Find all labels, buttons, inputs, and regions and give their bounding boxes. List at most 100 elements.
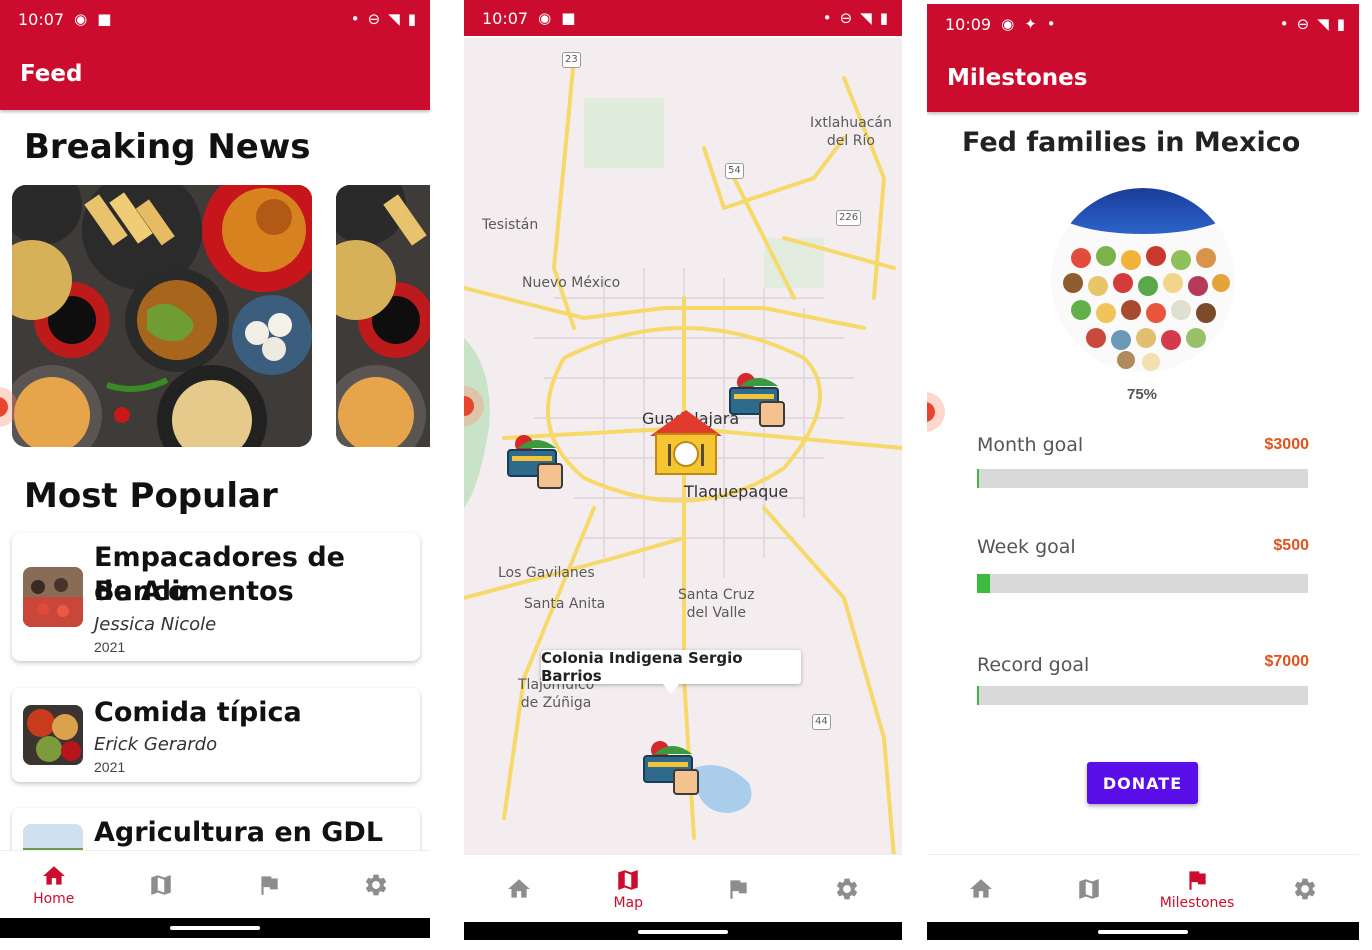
goal-progress-fill	[977, 469, 979, 488]
home-icon	[970, 879, 992, 898]
nav-settings[interactable]	[323, 851, 431, 919]
breaking-news-title: Breaking News	[24, 127, 311, 167]
item-thumbnail	[23, 705, 83, 765]
status-bar: 10:09 ◉ ✦ • • ⊖ ◥ ▮	[927, 4, 1359, 44]
item-year: 2021	[94, 639, 126, 655]
news-card-image[interactable]	[336, 185, 430, 447]
highway-shield: 44	[812, 714, 831, 730]
food-basket-marker[interactable]	[504, 432, 568, 497]
bottom-nav: Home	[0, 850, 430, 919]
dot-icon: •	[350, 10, 360, 28]
page-title: Milestones	[947, 65, 1088, 91]
status-icons: • ⊖ ◥ ▮	[351, 10, 416, 28]
item-thumbnail	[23, 567, 83, 627]
dnd-icon: ⊖	[1296, 15, 1310, 33]
basket-icon	[729, 373, 785, 427]
home-pill[interactable]	[170, 926, 260, 930]
highway-shield: 54	[725, 163, 744, 179]
dot-icon: •	[1279, 15, 1289, 33]
system-nav-bar	[0, 918, 430, 938]
phone-feed: 10:07 ◉ ■ • ⊖ ◥ ▮ Feed Breaking News Mos…	[0, 0, 430, 938]
food-basket-marker[interactable]	[726, 370, 790, 435]
goal-label: Record goal	[977, 654, 1090, 676]
nav-map[interactable]: Map	[574, 855, 684, 923]
basket-icon	[643, 741, 699, 795]
section-title: Fed families in Mexico	[962, 127, 1301, 158]
goal-amount: $500	[1273, 537, 1309, 554]
dot-icon: •	[1046, 15, 1056, 33]
battery-icon: ▮	[1336, 15, 1345, 33]
goal-progress-bar	[977, 574, 1308, 593]
place-label-line: del Río	[826, 133, 875, 149]
news-card-image[interactable]	[12, 185, 312, 447]
goal-progress-bar	[977, 469, 1308, 488]
nav-map[interactable]	[1035, 855, 1143, 923]
nav-home[interactable]	[927, 855, 1035, 923]
status-bar: 10:07 ◉ ■ • ⊖ ◥ ▮	[464, 0, 902, 36]
restaurant-icon	[650, 410, 722, 475]
status-icons: • ⊖ ◥ ▮	[823, 9, 888, 27]
item-title: Agricultura en GDL	[94, 817, 384, 848]
home-pill[interactable]	[1098, 930, 1188, 934]
nav-milestones[interactable]: Milestones	[1143, 855, 1251, 923]
nav-settings[interactable]	[1251, 855, 1359, 923]
place-label-line: Ixtlahuacán	[810, 115, 892, 131]
flag-icon	[1189, 871, 1206, 890]
status-time: 10:07	[482, 8, 529, 28]
food-photo	[336, 185, 430, 447]
system-nav-bar	[927, 922, 1359, 940]
home-pill[interactable]	[638, 930, 728, 934]
flag-icon	[261, 876, 278, 895]
dnd-icon: ⊖	[367, 10, 381, 28]
nav-home[interactable]: Home	[0, 851, 108, 919]
place-label-line: del Valle	[686, 605, 746, 621]
donate-button[interactable]: DONATE	[1087, 762, 1198, 804]
nav-map[interactable]	[108, 851, 216, 919]
phone-milestones: 10:09 ◉ ✦ • • ⊖ ◥ ▮ Milestones Fed families…	[927, 4, 1359, 940]
wifi-icon: ◥	[388, 10, 400, 28]
status-bar: 10:07 ◉ ■ • ⊖ ◥ ▮	[0, 0, 430, 38]
item-title: Comida típica	[94, 697, 302, 728]
video-icon: ■	[97, 10, 112, 28]
place-label: Nuevo México	[522, 275, 621, 291]
goal-label: Month goal	[977, 434, 1084, 456]
nav-home-label: Home	[33, 891, 75, 907]
progress-circle	[1051, 188, 1235, 372]
status-time: 10:09	[945, 14, 992, 34]
home-icon	[507, 879, 530, 898]
page-title: Feed	[20, 61, 83, 87]
nav-home[interactable]	[464, 855, 574, 923]
app-bar: Milestones	[927, 44, 1359, 112]
map-icon	[618, 870, 638, 890]
goal-progress-fill	[977, 574, 991, 593]
flag-icon	[730, 880, 747, 899]
nav-milestones[interactable]	[683, 855, 793, 923]
map-view[interactable]: Ixtlahuacán del Río Tesistán Nuevo México…	[464, 38, 902, 860]
percent-label: 75%	[1127, 386, 1158, 403]
highway-shield: 23	[562, 52, 581, 68]
food-basket-marker[interactable]	[640, 738, 704, 803]
battery-icon: ▮	[407, 10, 416, 28]
bottom-nav: Milestones	[927, 854, 1359, 923]
food-photo	[12, 185, 312, 447]
place-label: Tlaquepaque	[684, 482, 789, 501]
restaurant-marker[interactable]	[646, 406, 726, 483]
goal-progress-bar	[977, 686, 1308, 705]
list-item[interactable]: Empacadores de Banco de Alimentos Jessic…	[12, 533, 420, 661]
home-icon	[42, 866, 65, 885]
touch-indicator	[927, 402, 935, 422]
place-label-line: de Zúñiga	[520, 695, 592, 711]
nav-milestones[interactable]	[215, 851, 323, 919]
list-item[interactable]: Comida típica Erick Gerardo 2021	[12, 688, 420, 782]
gear-icon	[837, 878, 858, 900]
dnd-icon: ⊖	[839, 9, 853, 27]
notification-icon: ◉	[538, 9, 552, 27]
nav-settings[interactable]	[793, 855, 903, 923]
bottom-nav: Map	[464, 854, 902, 923]
basket-icon	[507, 435, 563, 489]
item-author: Jessica Nicole	[94, 614, 217, 635]
status-time: 10:07	[18, 9, 65, 29]
item-author: Erick Gerardo	[94, 734, 218, 755]
gear-icon	[366, 874, 387, 896]
goal-amount: $3000	[1264, 436, 1310, 453]
